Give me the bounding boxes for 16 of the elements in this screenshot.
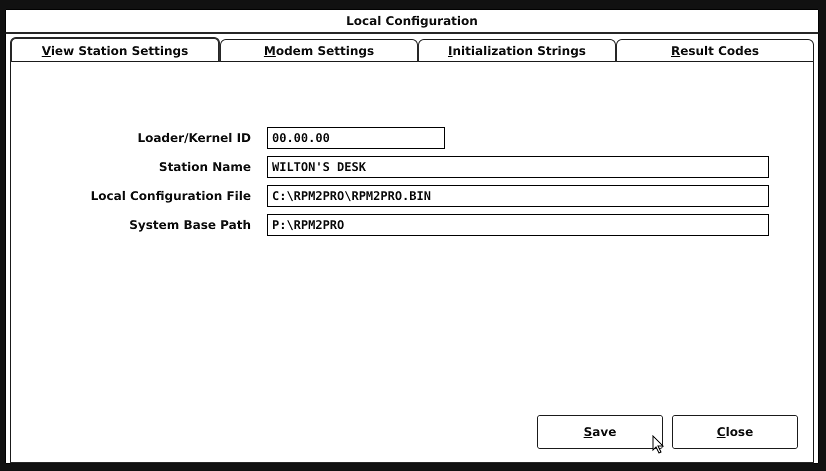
tab[interactable]: Modem Settings <box>220 39 418 61</box>
save-button[interactable]: Save <box>537 415 663 449</box>
close-button[interactable]: Close <box>672 415 798 449</box>
window-title: Local Configuration <box>6 10 818 34</box>
input-field[interactable]: 00.00.00 <box>267 127 445 149</box>
tab[interactable]: View Station Settings <box>10 37 220 61</box>
tab[interactable]: Result Codes <box>616 39 814 61</box>
tab[interactable]: Initialization Strings <box>418 39 616 61</box>
input-field[interactable]: C:\RPM2PRO\RPM2PRO.BIN <box>267 185 769 207</box>
pointer-icon <box>652 435 664 454</box>
field-label: Station Name <box>158 160 251 174</box>
field-label: System Base Path <box>128 218 251 232</box>
input-field[interactable]: P:\RPM2PRO <box>267 214 769 236</box>
input-field[interactable]: WILTON'S DESK <box>267 156 769 178</box>
field-label: Loader/Kernel ID <box>136 131 251 145</box>
field-label: Local Configuration File <box>90 189 251 203</box>
